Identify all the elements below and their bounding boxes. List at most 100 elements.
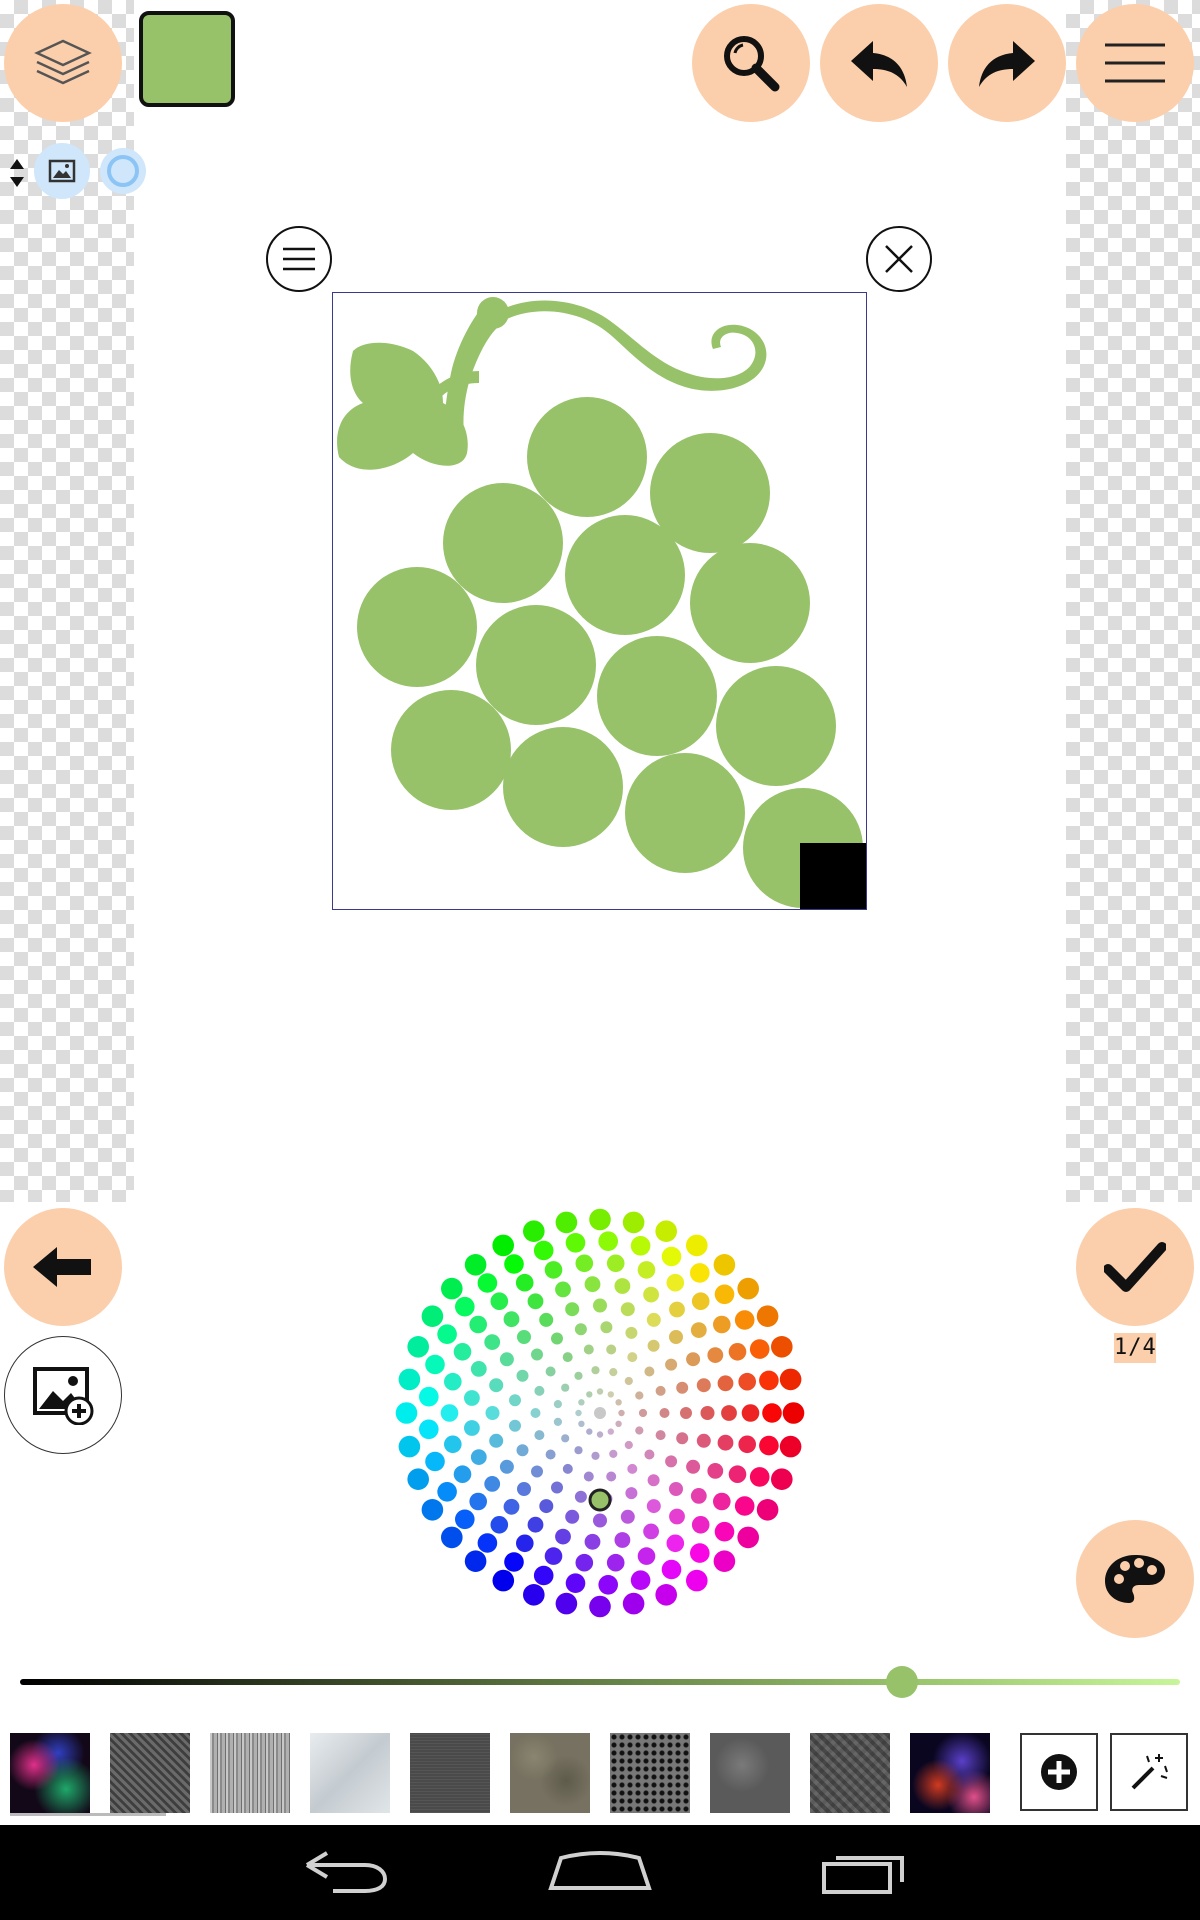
- layers-button[interactable]: [4, 4, 122, 122]
- color-dot[interactable]: [756, 1499, 779, 1521]
- color-dot[interactable]: [544, 1261, 563, 1279]
- color-dot[interactable]: [606, 1471, 617, 1482]
- color-dot[interactable]: [574, 1371, 583, 1380]
- color-dot[interactable]: [615, 1399, 622, 1406]
- color-dot[interactable]: [425, 1451, 445, 1472]
- color-dot[interactable]: [530, 1408, 541, 1418]
- color-dot[interactable]: [680, 1407, 692, 1419]
- color-dot[interactable]: [565, 1509, 580, 1524]
- color-dot[interactable]: [589, 1595, 611, 1618]
- color-dot[interactable]: [646, 1499, 661, 1514]
- color-dot[interactable]: [661, 1559, 682, 1580]
- color-dot[interactable]: [464, 1550, 487, 1572]
- color-dot[interactable]: [503, 1498, 520, 1515]
- color-dot[interactable]: [545, 1366, 556, 1377]
- color-dot[interactable]: [598, 1231, 618, 1251]
- color-dot[interactable]: [756, 1305, 779, 1327]
- color-dot[interactable]: [714, 1284, 735, 1305]
- color-wheel[interactable]: [390, 1203, 810, 1623]
- color-dot[interactable]: [598, 1575, 618, 1595]
- color-dot[interactable]: [586, 1428, 593, 1435]
- color-dot[interactable]: [533, 1240, 554, 1261]
- color-dot[interactable]: [517, 1330, 531, 1344]
- color-dot[interactable]: [669, 1330, 683, 1344]
- color-dot[interactable]: [444, 1372, 462, 1391]
- color-dot[interactable]: [455, 1296, 475, 1317]
- color-dot[interactable]: [464, 1390, 480, 1406]
- selection-menu-button[interactable]: [266, 226, 332, 292]
- color-dot[interactable]: [574, 1446, 583, 1455]
- confirm-button[interactable]: [1076, 1208, 1194, 1326]
- color-dot[interactable]: [591, 1451, 600, 1460]
- color-dot[interactable]: [609, 1449, 618, 1458]
- color-dot[interactable]: [666, 1534, 685, 1553]
- brushed-metal-texture[interactable]: [310, 1733, 390, 1813]
- color-dot[interactable]: [707, 1347, 724, 1363]
- color-dot[interactable]: [737, 1277, 759, 1300]
- add-image-button[interactable]: [4, 1336, 122, 1454]
- color-dot[interactable]: [643, 1523, 659, 1540]
- color-dot[interactable]: [583, 1344, 594, 1355]
- color-dot[interactable]: [586, 1391, 593, 1398]
- color-dot[interactable]: [638, 1408, 648, 1418]
- color-dot[interactable]: [591, 1366, 600, 1375]
- color-dot[interactable]: [561, 1383, 570, 1392]
- color-dot[interactable]: [499, 1459, 514, 1474]
- color-dot[interactable]: [690, 1543, 710, 1563]
- color-dot[interactable]: [574, 1323, 587, 1336]
- color-dot[interactable]: [421, 1499, 444, 1521]
- color-dot[interactable]: [555, 1592, 578, 1615]
- color-dot[interactable]: [441, 1277, 463, 1300]
- perforated-metal-texture[interactable]: [610, 1733, 690, 1813]
- color-dot[interactable]: [453, 1343, 472, 1361]
- rough-metal-texture[interactable]: [710, 1733, 790, 1813]
- color-dot[interactable]: [690, 1263, 710, 1283]
- resize-handle[interactable]: [800, 843, 866, 909]
- color-dot[interactable]: [596, 1431, 604, 1438]
- color-dot[interactable]: [490, 1516, 509, 1534]
- color-dot[interactable]: [562, 1463, 573, 1474]
- color-dot[interactable]: [759, 1370, 779, 1391]
- color-dot[interactable]: [609, 1368, 618, 1377]
- color-dot[interactable]: [565, 1302, 580, 1317]
- color-dot[interactable]: [499, 1352, 514, 1367]
- color-dot[interactable]: [575, 1254, 594, 1273]
- color-dot[interactable]: [713, 1492, 731, 1511]
- color-dot[interactable]: [606, 1344, 617, 1355]
- color-dot[interactable]: [607, 1428, 614, 1435]
- nebula-texture[interactable]: [10, 1733, 90, 1813]
- color-dot[interactable]: [574, 1490, 587, 1503]
- color-dot[interactable]: [444, 1435, 462, 1454]
- color-dot[interactable]: [644, 1366, 655, 1377]
- color-dot[interactable]: [771, 1468, 793, 1490]
- color-dot[interactable]: [691, 1516, 710, 1534]
- color-dot[interactable]: [503, 1311, 520, 1328]
- color-dot[interactable]: [686, 1569, 708, 1592]
- color-dot[interactable]: [647, 1339, 660, 1352]
- color-dot[interactable]: [647, 1474, 660, 1487]
- color-dot[interactable]: [696, 1378, 711, 1393]
- color-dot[interactable]: [455, 1509, 475, 1530]
- image-layer-icon[interactable]: [34, 143, 90, 199]
- color-dot[interactable]: [779, 1435, 802, 1458]
- color-dot[interactable]: [741, 1404, 760, 1422]
- color-dot[interactable]: [425, 1354, 445, 1375]
- color-dot[interactable]: [622, 1592, 645, 1615]
- color-dot[interactable]: [477, 1273, 498, 1293]
- color-dot[interactable]: [534, 1430, 545, 1441]
- color-dot[interactable]: [721, 1405, 737, 1421]
- color-dot[interactable]: [561, 1434, 570, 1443]
- color-dot[interactable]: [527, 1516, 544, 1533]
- color-dot[interactable]: [407, 1336, 429, 1358]
- layer-mode-icon[interactable]: [100, 148, 146, 194]
- recents-nav-icon[interactable]: [820, 1850, 910, 1894]
- color-dot[interactable]: [707, 1463, 724, 1479]
- color-dot[interactable]: [477, 1533, 498, 1553]
- color-dot[interactable]: [555, 1211, 578, 1234]
- color-dot[interactable]: [646, 1312, 661, 1327]
- color-dot[interactable]: [717, 1434, 734, 1451]
- color-dot[interactable]: [637, 1261, 656, 1279]
- color-dot[interactable]: [614, 1278, 631, 1294]
- color-dot[interactable]: [516, 1534, 534, 1553]
- color-dot[interactable]: [659, 1408, 670, 1418]
